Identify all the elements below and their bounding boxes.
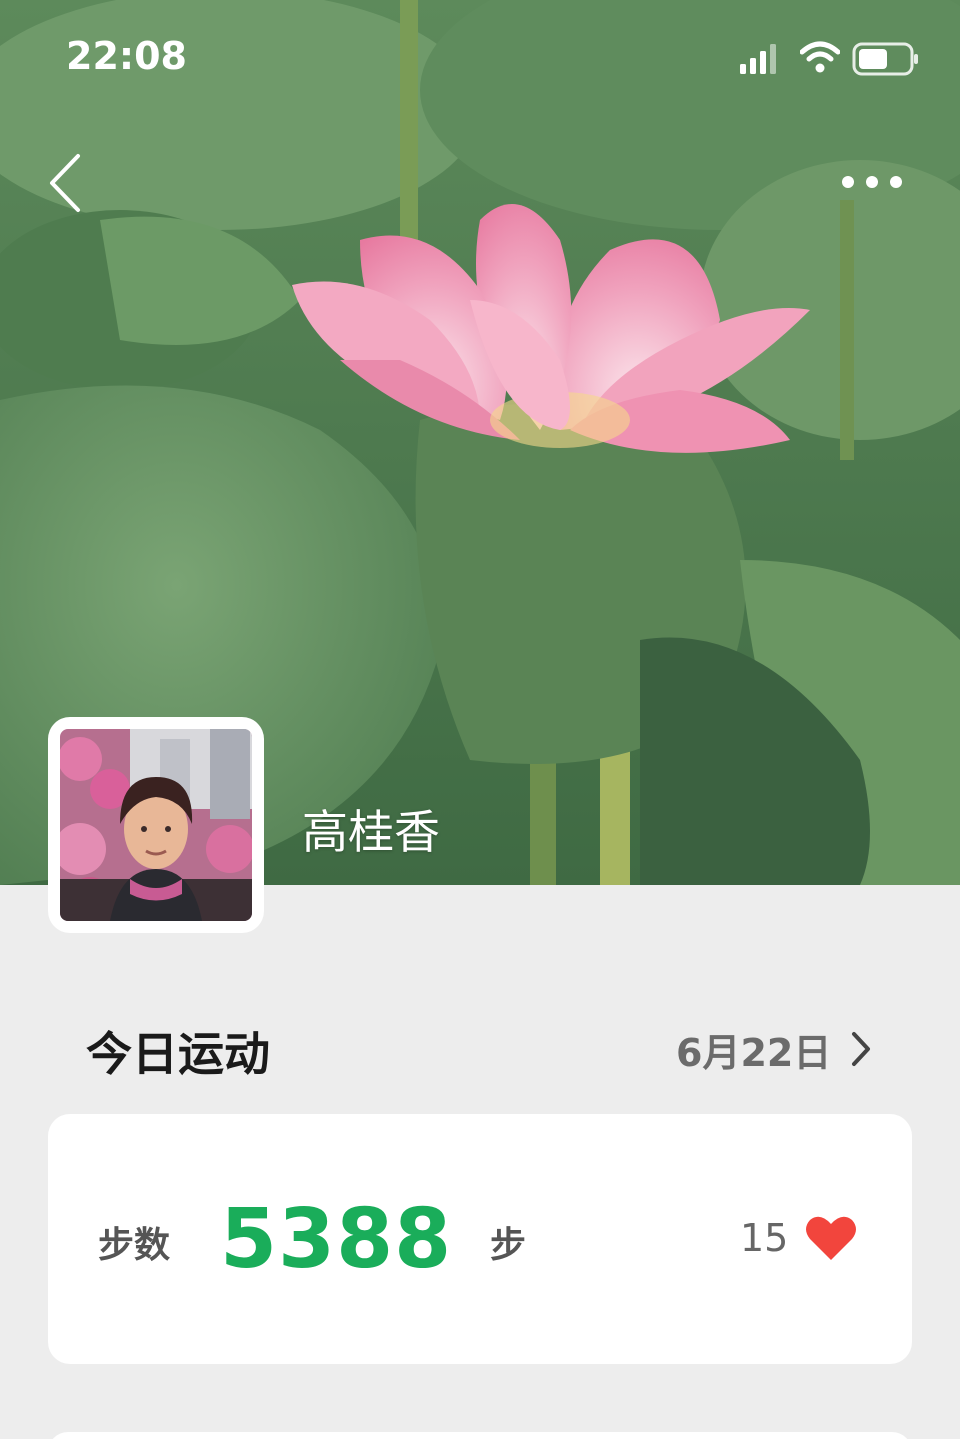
likes-count: 15 bbox=[740, 1216, 789, 1260]
steps-card[interactable]: 步数 5388 步 15 bbox=[48, 1114, 912, 1364]
more-dots-icon bbox=[842, 176, 902, 188]
date-text: 6月22日 bbox=[676, 1030, 832, 1075]
heart-icon[interactable] bbox=[804, 1214, 858, 1262]
steps-unit: 步 bbox=[490, 1225, 527, 1266]
chevron-left-icon bbox=[50, 154, 80, 212]
today-exercise-title: 今日运动 bbox=[86, 1027, 270, 1081]
steps-label: 步数 bbox=[98, 1225, 171, 1266]
battery-icon bbox=[852, 42, 918, 76]
avatar[interactable] bbox=[48, 717, 264, 933]
avatar-image bbox=[60, 729, 252, 921]
next-card-edge bbox=[48, 1432, 912, 1439]
wifi-icon bbox=[800, 41, 840, 73]
user-name: 高桂香 bbox=[302, 805, 440, 859]
more-button[interactable] bbox=[832, 160, 912, 204]
steps-value: 5388 bbox=[220, 1192, 453, 1287]
status-time: 22:08 bbox=[66, 34, 187, 78]
back-button[interactable] bbox=[40, 150, 96, 220]
chevron-right-icon bbox=[852, 1032, 871, 1066]
sport-profile-page: 22:08 高桂香 今日运动 6月22日 步数 5388 步 15 bbox=[0, 0, 960, 1439]
status-bar: 22:08 bbox=[0, 0, 960, 120]
date-selector[interactable]: 6月22日 bbox=[676, 1024, 871, 1075]
signal-icon bbox=[740, 44, 776, 74]
